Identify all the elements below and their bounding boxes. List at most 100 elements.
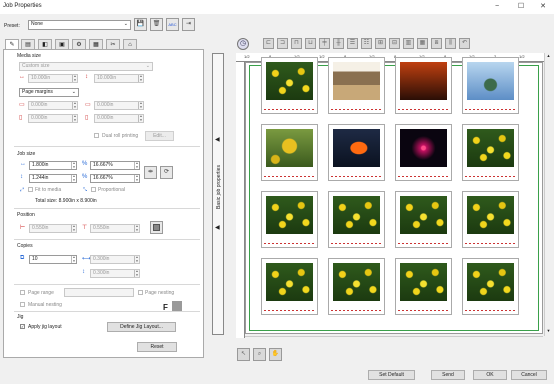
align-bottom-icon[interactable]: ⊔ (305, 38, 316, 49)
horizontal-scrollbar[interactable] (245, 336, 543, 343)
delete-preset-icon[interactable]: 🗑 (150, 18, 163, 31)
job-width-field[interactable]: 1.800in ▲ ▼ (29, 161, 77, 170)
spinner-icon[interactable]: ▲ ▼ (72, 75, 77, 82)
spinner-icon[interactable]: ▲ ▼ (71, 175, 76, 182)
import-icon[interactable]: ⇥ (182, 18, 195, 31)
media-width-field[interactable]: 10.000in ▲ ▼ (28, 74, 78, 83)
scroll-down-icon[interactable]: ▼ (545, 328, 552, 336)
spinner-icon[interactable]: ▲ ▼ (138, 75, 143, 82)
margin-top-field[interactable]: 0.000in ▲ ▼ (28, 101, 78, 110)
job-tile[interactable] (328, 258, 385, 315)
spinner-icon[interactable]: ▲ ▼ (71, 162, 76, 169)
job-tile[interactable] (462, 191, 519, 248)
undo-icon[interactable]: ↶ (459, 38, 470, 49)
define-jig-layout-button[interactable]: Define Jig Layout... (107, 322, 176, 332)
abc-icon[interactable]: ABC (166, 18, 179, 31)
spinner-icon[interactable]: ▲ ▼ (71, 256, 76, 263)
maximize-button[interactable]: ☐ (510, 0, 532, 14)
clock-icon[interactable]: ◷ (237, 38, 249, 50)
align-center-v-icon[interactable]: ╫ (333, 38, 344, 49)
job-tile[interactable] (261, 258, 318, 315)
job-tile[interactable] (328, 57, 385, 114)
spinner-icon[interactable]: ▲ ▼ (138, 102, 143, 109)
job-scale-width-field[interactable]: 16.667% ▲ ▼ (90, 161, 140, 170)
job-tile[interactable] (395, 258, 452, 315)
cancel-button[interactable]: Cancel (511, 370, 547, 380)
manual-nesting-checkbox[interactable] (20, 302, 25, 307)
spinner-icon[interactable]: ▲ ▼ (138, 115, 143, 122)
preset-select[interactable]: None ⌄ (28, 20, 131, 30)
job-tile[interactable] (261, 124, 318, 181)
align-left-icon[interactable]: ⊏ (263, 38, 274, 49)
align-top-icon[interactable]: ⊓ (291, 38, 302, 49)
position-y-field[interactable]: 0.550in ▲ ▼ (90, 224, 140, 233)
margin-left-field[interactable]: 0.000in ▲ ▼ (28, 114, 78, 123)
job-tile[interactable] (395, 124, 452, 181)
reset-button[interactable]: Reset (137, 342, 177, 352)
edit-button[interactable]: Edit... (145, 131, 174, 141)
tile-icon[interactable]: ▦ (417, 38, 428, 49)
dual-roll-checkbox[interactable] (94, 133, 99, 138)
page-nesting-checkbox[interactable] (138, 290, 143, 295)
pointer-tool-icon[interactable]: ↖ (237, 348, 250, 361)
proportional-checkbox[interactable] (91, 187, 96, 192)
job-scale-height-field[interactable]: 16.667% ▲ ▼ (90, 174, 140, 183)
job-tile[interactable] (462, 124, 519, 181)
space-h-icon[interactable]: ⊞ (375, 38, 386, 49)
flip-horizontal-icon[interactable]: ⇹ (144, 166, 157, 179)
collapse-arrow-icon[interactable]: ◀ (215, 136, 220, 143)
save-preset-icon[interactable]: 💾 (134, 18, 147, 31)
margin-right-field[interactable]: 0.000in ▲ ▼ (94, 114, 144, 123)
expand-arrow-icon[interactable]: ◀ (215, 224, 220, 231)
spinner-icon[interactable]: ▲ ▼ (134, 162, 139, 169)
job-tile[interactable] (395, 191, 452, 248)
distribute-v-icon[interactable]: ☷ (361, 38, 372, 49)
basic-properties-strip[interactable]: ◀ Basic job properties ◀ (212, 53, 224, 335)
send-button[interactable]: Send (431, 370, 465, 380)
minimize-button[interactable]: − (486, 0, 508, 14)
job-height-field[interactable]: 1.244in ▲ ▼ (29, 174, 77, 183)
apply-jig-checkbox[interactable]: ✓ (20, 324, 25, 329)
set-default-button[interactable]: Set Default (368, 370, 415, 380)
job-tile[interactable] (462, 57, 519, 114)
align-center-h-icon[interactable]: ╪ (319, 38, 330, 49)
spinner-icon[interactable]: ▲ ▼ (72, 102, 77, 109)
page-range-checkbox[interactable] (20, 290, 25, 295)
job-tile[interactable] (261, 191, 318, 248)
layout-preview-canvas[interactable] (245, 57, 543, 334)
center-position-icon[interactable] (150, 221, 163, 234)
distribute-h-icon[interactable]: ☰ (347, 38, 358, 49)
zoom-tool-icon[interactable]: ⌕ (253, 348, 266, 361)
page-range-field[interactable] (64, 288, 134, 297)
media-size-select[interactable]: Custom size ⌄ (19, 62, 153, 71)
stack-icon[interactable]: ▥ (403, 38, 414, 49)
media-height-field[interactable]: 10.000in ▲ ▼ (94, 74, 144, 83)
space-v-icon[interactable]: ⊟ (389, 38, 400, 49)
spinner-icon[interactable]: ▲ ▼ (71, 225, 76, 232)
job-tile[interactable] (261, 57, 318, 114)
ok-button[interactable]: OK (473, 370, 507, 380)
margins-select[interactable]: Page margins ⌄ (19, 88, 79, 97)
job-tile[interactable] (328, 124, 385, 181)
copies-field[interactable]: 10 ▲ ▼ (29, 255, 77, 264)
jig-swatch-icon[interactable] (172, 301, 182, 311)
job-tile[interactable] (395, 57, 452, 114)
horizontal-spacing-field[interactable]: 0.300in ▲ ▼ (90, 255, 140, 264)
position-x-field[interactable]: 0.550in ▲ ▼ (29, 224, 77, 233)
job-tile[interactable] (328, 191, 385, 248)
spinner-icon[interactable]: ▲ ▼ (134, 270, 139, 277)
align-right-icon[interactable]: ⊐ (277, 38, 288, 49)
job-tile[interactable] (462, 258, 519, 315)
vertical-spacing-field[interactable]: 0.300in ▲ ▼ (90, 269, 140, 278)
fit-to-media-checkbox[interactable] (28, 187, 33, 192)
order-icon[interactable]: ⫼ (445, 38, 456, 49)
nest-icon[interactable]: ⧈ (431, 38, 442, 49)
rotate-icon[interactable]: ⟳ (160, 166, 173, 179)
spinner-icon[interactable]: ▲ ▼ (72, 115, 77, 122)
spinner-icon[interactable]: ▲ ▼ (134, 256, 139, 263)
scroll-up-icon[interactable]: ▲ (545, 53, 552, 61)
vertical-scrollbar[interactable]: ▲ ▼ (544, 53, 552, 336)
close-button[interactable]: ✕ (532, 0, 554, 14)
margin-bottom-field[interactable]: 0.000in ▲ ▼ (94, 101, 144, 110)
spinner-icon[interactable]: ▲ ▼ (134, 225, 139, 232)
